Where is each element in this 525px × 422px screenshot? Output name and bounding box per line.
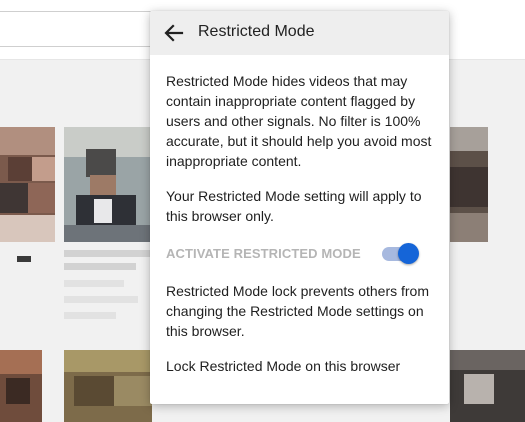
arrow-left-icon (164, 24, 184, 42)
video-thumbnail[interactable] (64, 127, 154, 242)
toggle-knob (398, 243, 419, 264)
video-meta (64, 280, 124, 287)
video-thumbnail[interactable] (64, 350, 152, 422)
back-button[interactable] (160, 20, 188, 46)
video-thumbnail[interactable] (450, 350, 525, 422)
activate-toggle[interactable] (382, 243, 419, 265)
activate-label: ACTIVATE RESTRICTED MODE (166, 246, 361, 261)
video-thumbnail[interactable] (0, 127, 55, 242)
panel-body: Restricted Mode hides videos that may co… (166, 71, 442, 376)
restricted-mode-panel: Restricted Mode Restricted Mode hides vi… (150, 11, 449, 404)
video-thumbnail[interactable] (0, 350, 42, 422)
video-meta (64, 312, 116, 319)
video-title (64, 263, 136, 270)
video-title (17, 256, 31, 262)
video-thumbnail[interactable] (450, 127, 488, 242)
video-meta (64, 296, 138, 303)
video-title (64, 250, 150, 257)
description-text: Restricted Mode hides videos that may co… (166, 73, 432, 169)
lock-description-text: Restricted Mode lock prevents others fro… (166, 283, 429, 339)
search-box[interactable] (0, 11, 156, 47)
browser-note-text: Your Restricted Mode setting will apply … (166, 188, 422, 224)
panel-title: Restricted Mode (198, 23, 315, 40)
panel-header: Restricted Mode (150, 11, 449, 55)
lock-restricted-mode-link[interactable]: Lock Restricted Mode on this browser (166, 356, 442, 376)
activate-row: ACTIVATE RESTRICTED MODE (166, 241, 442, 267)
